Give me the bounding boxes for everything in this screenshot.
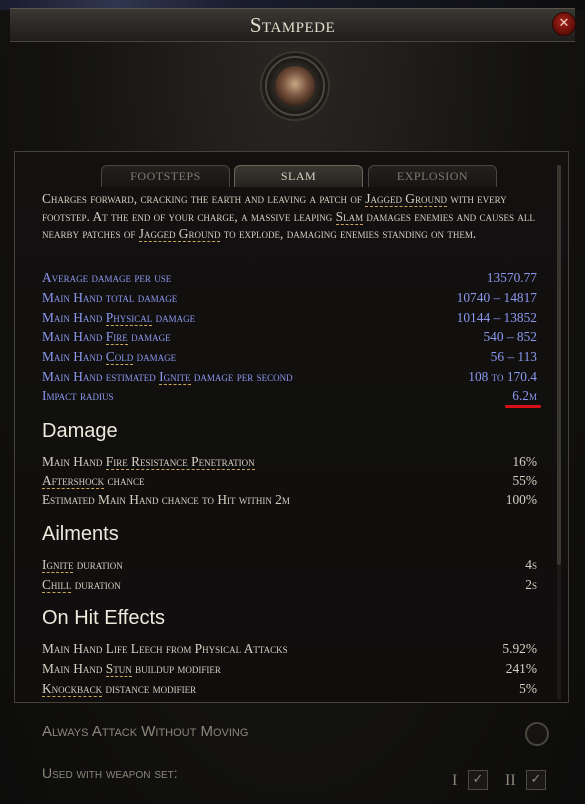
stat-label-text: duration	[73, 557, 123, 572]
stampede-skill-icon	[275, 66, 315, 106]
keyword-slam[interactable]: Slam	[335, 208, 364, 225]
stat-value: 16%	[512, 454, 537, 469]
keyword-cold[interactable]: Cold	[105, 349, 134, 365]
stat-label: Impact radius	[42, 388, 114, 403]
stat-label-text: Main Hand estimated	[42, 369, 160, 384]
stat-fire-damage: Main Hand Fire damage 540 – 852	[42, 329, 537, 348]
weapon-set-2-checkbox[interactable]: ✓	[526, 770, 546, 790]
stat-label: Chill duration	[42, 577, 121, 593]
stat-stun-buildup: Main Hand Stun buildup modifier 241%	[42, 661, 537, 680]
weapon-set-1-label: I	[452, 772, 458, 789]
stat-value: 13570.77	[486, 270, 537, 285]
stat-value: 108 to 170.4	[468, 369, 537, 384]
stat-label-text: distance modifier	[102, 681, 197, 696]
close-button[interactable]: ✕	[552, 12, 576, 36]
stat-impact-radius: Impact radius 6.2m	[42, 388, 537, 407]
stat-label-text: Main Hand	[42, 329, 106, 344]
weapon-set-label: Used with weapon set:	[42, 765, 178, 781]
stat-label-text: Main Hand	[42, 661, 106, 676]
stat-value: 56 – 113	[490, 349, 537, 364]
stat-hit-chance: Estimated Main Hand chance to Hit within…	[42, 492, 537, 511]
stat-label: Main Hand Physical damage	[42, 310, 195, 326]
stat-aftershock-chance: Aftershock chance 55%	[42, 473, 537, 492]
stat-label-text: Main Hand	[42, 454, 106, 469]
stat-value: 241%	[505, 661, 537, 676]
tab-explosion[interactable]: Explosion	[368, 165, 497, 187]
scrollbar-thumb[interactable]	[557, 165, 561, 565]
stat-label: Aftershock chance	[42, 473, 145, 489]
stat-label: Main Hand Fire Resistance Penetration	[42, 454, 255, 470]
stat-label-text: chance	[104, 473, 145, 488]
window-title: Stampede	[249, 13, 336, 37]
stat-label: Main Hand Stun buildup modifier	[42, 661, 221, 677]
keyword-ignite[interactable]: Ignite	[42, 557, 74, 573]
stat-label: Ignite duration	[42, 557, 123, 573]
stat-label: Main Hand Cold damage	[42, 349, 176, 365]
keyword-jagged-ground[interactable]: Jagged Ground	[365, 191, 447, 207]
stat-total-damage: Main Hand total damage 10740 – 14817	[42, 290, 537, 309]
stat-label-text: Main Hand	[42, 310, 106, 325]
title-bar: Stampede	[10, 8, 575, 42]
stat-life-leech: Main Hand Life Leech from Physical Attac…	[42, 641, 537, 660]
stat-value: 6.2m	[512, 388, 537, 403]
keyword-knockback[interactable]: Knockback	[42, 681, 103, 697]
keyword-physical[interactable]: Physical	[105, 310, 153, 326]
stat-value: 540 – 852	[483, 329, 537, 344]
skill-icon-frame	[265, 56, 325, 116]
stat-value: 5%	[519, 681, 537, 696]
stat-label: Main Hand estimated Ignite damage per se…	[42, 369, 293, 385]
stat-value: 4s	[525, 557, 537, 572]
keyword-fire[interactable]: Fire	[105, 329, 128, 345]
section-title-on-hit-effects: On Hit Effects	[42, 607, 166, 629]
highlight-underline	[505, 405, 541, 408]
stat-label: Main Hand Fire damage	[42, 329, 171, 345]
stat-average-damage: Average damage per use 13570.77	[42, 270, 537, 289]
section-title-ailments: Ailments	[42, 523, 119, 545]
stat-label-text: damage per second	[190, 369, 293, 384]
stat-ignite-dps: Main Hand estimated Ignite damage per se…	[42, 369, 537, 388]
stat-ignite-duration: Ignite duration 4s	[42, 557, 537, 576]
stat-value: 100%	[505, 492, 537, 507]
stat-physical-damage: Main Hand Physical damage 10144 – 13852	[42, 310, 537, 329]
stat-label: Average damage per use	[42, 270, 172, 285]
stat-knockback-distance: Knockback distance modifier 5%	[42, 681, 537, 700]
stat-label-text: Main Hand	[42, 349, 106, 364]
always-attack-toggle[interactable]	[525, 722, 549, 746]
stat-cold-damage: Main Hand Cold damage 56 – 113	[42, 349, 537, 368]
weapon-set-1-checkbox[interactable]: ✓	[468, 770, 488, 790]
stat-value: 5.92%	[502, 641, 537, 656]
stat-label-text: buildup modifier	[131, 661, 221, 676]
always-attack-label: Always Attack Without Moving	[42, 723, 249, 740]
stat-label-text: damage	[152, 310, 196, 325]
stat-fire-penetration: Main Hand Fire Resistance Penetration 16…	[42, 454, 537, 473]
stat-value: 55%	[512, 473, 537, 488]
stat-value: 2s	[525, 577, 537, 592]
stat-label-text: duration	[71, 577, 121, 592]
keyword-stun[interactable]: Stun	[105, 661, 132, 677]
section-title-damage: Damage	[42, 420, 118, 442]
stat-label: Main Hand Life Leech from Physical Attac…	[42, 641, 288, 656]
stat-label-text: damage	[127, 329, 171, 344]
stat-label: Knockback distance modifier	[42, 681, 196, 697]
stat-label: Main Hand total damage	[42, 290, 178, 305]
tab-slam[interactable]: Slam	[234, 165, 363, 187]
keyword-ignite[interactable]: Ignite	[159, 369, 191, 385]
keyword-fire-resistance-penetration[interactable]: Fire Resistance Penetration	[105, 454, 255, 470]
weapon-set-2-label: II	[505, 772, 516, 789]
tab-footsteps[interactable]: Footsteps	[101, 165, 230, 187]
stat-chill-duration: Chill duration 2s	[42, 577, 537, 596]
keyword-chill[interactable]: Chill	[42, 577, 72, 593]
description-text: Charges forward, cracking the earth and …	[42, 191, 366, 206]
skill-description: Charges forward, cracking the earth and …	[42, 190, 538, 243]
description-text: to explode, damaging enemies standing on…	[220, 226, 477, 241]
keyword-aftershock[interactable]: Aftershock	[42, 473, 105, 489]
stat-value: 10144 – 13852	[456, 310, 537, 325]
stat-value: 10740 – 14817	[456, 290, 537, 305]
stat-label: Estimated Main Hand chance to Hit within…	[42, 492, 290, 507]
stat-label-text: damage	[133, 349, 177, 364]
scrollbar[interactable]	[557, 165, 561, 700]
keyword-jagged-ground[interactable]: Jagged Ground	[138, 226, 221, 242]
